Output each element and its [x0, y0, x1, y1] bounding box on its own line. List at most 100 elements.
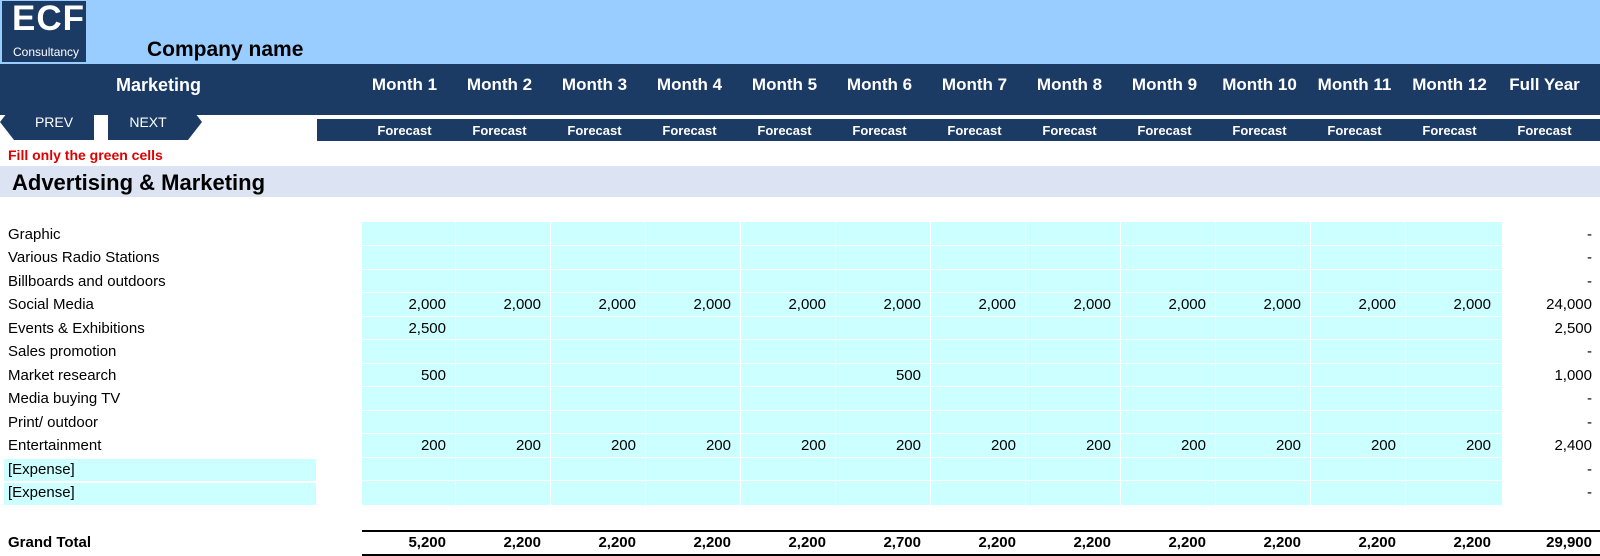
- value-cell[interactable]: 200: [1217, 437, 1301, 454]
- forecast-label: Forecast: [377, 123, 432, 138]
- month-header: Month 7: [941, 75, 1008, 94]
- grand-total-cell: 2,700: [883, 534, 921, 551]
- grid-hline: [362, 292, 1502, 293]
- full-year-cell: -: [1587, 414, 1592, 431]
- full-year-cell: -: [1587, 343, 1592, 360]
- value-cell[interactable]: 2,000: [1217, 296, 1301, 313]
- grand-total-cell: 2,200: [503, 534, 541, 551]
- logo-subtext: Consultancy: [13, 45, 80, 59]
- next-button[interactable]: NEXT: [108, 104, 202, 140]
- forecast-label: Forecast: [1232, 123, 1287, 138]
- month-header: Month 9: [1131, 75, 1198, 94]
- value-cell[interactable]: 200: [742, 437, 826, 454]
- value-cell[interactable]: 2,000: [1407, 296, 1491, 313]
- grid-hline: [362, 316, 1502, 317]
- value-cell[interactable]: 200: [1122, 437, 1206, 454]
- value-cell[interactable]: 2,000: [457, 296, 541, 313]
- value-cell[interactable]: 2,000: [647, 296, 731, 313]
- month-header: Month 5: [751, 75, 818, 94]
- month-header: Month 6: [846, 75, 913, 94]
- full-year-cell: 1,000: [1554, 367, 1592, 384]
- total-top-border: [362, 530, 1600, 532]
- full-year-cell: -: [1587, 226, 1592, 243]
- grid-hline: [362, 433, 1502, 434]
- grand-total-cell: 2,200: [1168, 534, 1206, 551]
- value-cell[interactable]: 200: [837, 437, 921, 454]
- month-header: Month 1: [371, 75, 438, 94]
- value-cell[interactable]: 200: [362, 437, 446, 454]
- forecast-label: Forecast: [472, 123, 527, 138]
- grand-total-cell: 2,200: [1073, 534, 1111, 551]
- value-cell[interactable]: 2,000: [1122, 296, 1206, 313]
- full-year-cell: -: [1587, 273, 1592, 290]
- grid-hline: [362, 386, 1502, 387]
- value-cell[interactable]: 2,000: [837, 296, 921, 313]
- row-label: Various Radio Stations: [8, 249, 160, 266]
- row-label: [Expense]: [8, 484, 75, 501]
- grand-total-label: Grand Total: [8, 534, 92, 551]
- grand-total-cell: 2,200: [598, 534, 636, 551]
- grand-total-cell: 5,200: [408, 534, 446, 551]
- value-cell[interactable]: 200: [552, 437, 636, 454]
- grid-hline: [362, 363, 1502, 364]
- value-cell[interactable]: 200: [1407, 437, 1491, 454]
- fill-instruction: Fill only the green cells: [8, 147, 163, 163]
- forecast-label: Forecast: [1042, 123, 1097, 138]
- forecast-label: Forecast: [757, 123, 812, 138]
- grand-total-cell: 2,200: [693, 534, 731, 551]
- row-label: Billboards and outdoors: [8, 273, 166, 290]
- forecast-label: Forecast: [567, 123, 622, 138]
- value-cell[interactable]: 2,500: [362, 320, 446, 337]
- grid-hline: [362, 410, 1502, 411]
- month-header: Month 3: [561, 75, 628, 94]
- company-name: Company name: [147, 38, 304, 61]
- sheet-title: Marketing: [115, 75, 202, 95]
- forecast-label: Forecast: [1517, 123, 1572, 138]
- grid-hline: [362, 245, 1502, 246]
- full-year-cell: -: [1587, 390, 1592, 407]
- prev-button[interactable]: PREV: [0, 104, 94, 140]
- value-cell[interactable]: 200: [1312, 437, 1396, 454]
- row-label: Graphic: [8, 226, 61, 243]
- forecast-label: Forecast: [947, 123, 1002, 138]
- value-cell[interactable]: 2,000: [552, 296, 636, 313]
- row-label: Market research: [8, 367, 117, 384]
- grand-total-cell: 2,200: [1453, 534, 1491, 551]
- value-cell[interactable]: 200: [647, 437, 731, 454]
- grand-total-cell: 2,200: [788, 534, 826, 551]
- row-label: Entertainment: [8, 437, 102, 454]
- logo-text: ECF: [12, 0, 85, 38]
- grand-total-cell: 2,200: [978, 534, 1016, 551]
- row-label: Sales promotion: [8, 343, 117, 360]
- full-year-cell: -: [1587, 484, 1592, 501]
- value-cell[interactable]: 200: [1027, 437, 1111, 454]
- row-label: Events & Exhibitions: [8, 320, 145, 337]
- value-cell[interactable]: 2,000: [362, 296, 446, 313]
- grand-total-cell: 2,200: [1358, 534, 1396, 551]
- value-cell[interactable]: 500: [837, 367, 921, 384]
- month-header: Month 10: [1222, 75, 1297, 94]
- full-year-cell: -: [1587, 461, 1592, 478]
- grid-hline: [362, 269, 1502, 270]
- ecf-logo: ECF Consultancy: [2, 0, 86, 62]
- value-cell[interactable]: 500: [362, 367, 446, 384]
- row-label: Social Media: [8, 296, 94, 313]
- value-cell[interactable]: 2,000: [1312, 296, 1396, 313]
- row-label: Media buying TV: [8, 390, 121, 407]
- grid-hline: [362, 339, 1502, 340]
- grid-hline: [362, 480, 1502, 481]
- section-title: Advertising & Marketing: [12, 170, 266, 195]
- full-year-cell: 2,500: [1554, 320, 1592, 337]
- month-header: Full Year: [1509, 75, 1580, 94]
- full-year-cell: -: [1587, 249, 1592, 266]
- forecast-label: Forecast: [662, 123, 717, 138]
- value-cell[interactable]: 2,000: [742, 296, 826, 313]
- value-cell[interactable]: 200: [932, 437, 1016, 454]
- month-header: Month 4: [656, 75, 723, 94]
- grand-total-full-year: 29,900: [1546, 534, 1592, 551]
- value-cell[interactable]: 2,000: [1027, 296, 1111, 313]
- grand-total-cell: 2,200: [1263, 534, 1301, 551]
- value-cell[interactable]: 200: [457, 437, 541, 454]
- month-header: Month 11: [1317, 75, 1392, 94]
- value-cell[interactable]: 2,000: [932, 296, 1016, 313]
